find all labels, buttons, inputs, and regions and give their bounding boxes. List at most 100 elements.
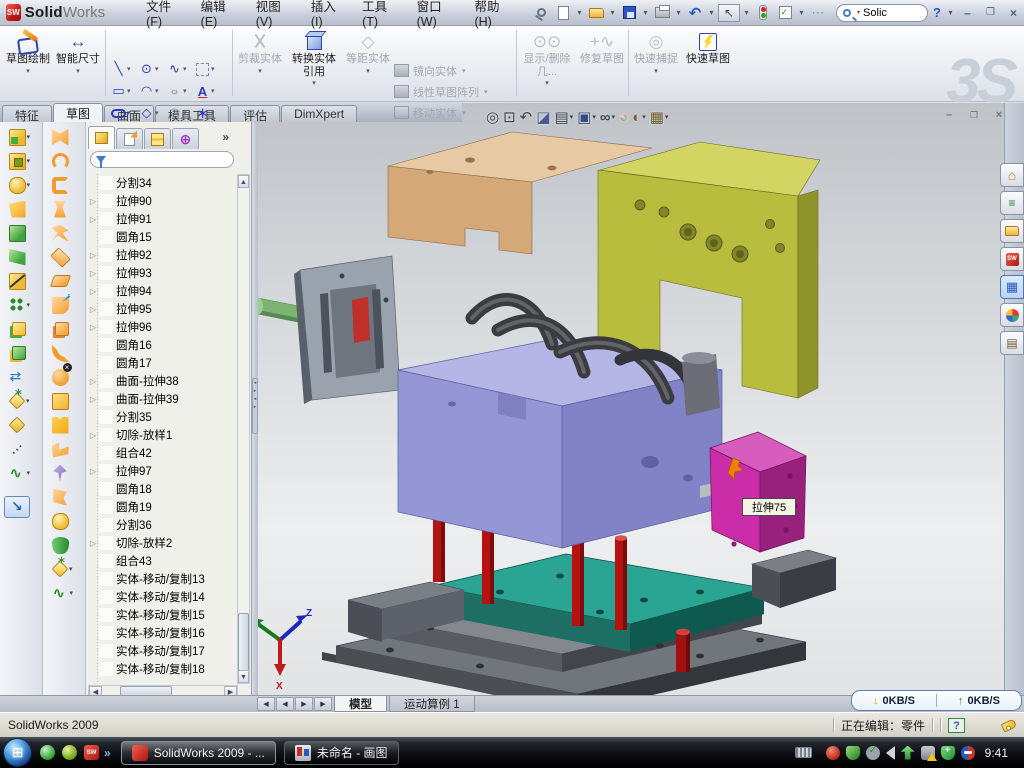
network-warning-tray-icon[interactable] [921,746,935,760]
search-input[interactable] [863,7,911,19]
sketch-entity-button[interactable]: ▾ [194,58,222,80]
model-tab[interactable]: 运动算例 1 [389,696,475,712]
model-tab[interactable]: 模型 [334,696,387,712]
tag-icon[interactable] [1001,718,1017,732]
input-method-icon[interactable] [795,747,812,758]
scroll-down-arrow[interactable]: ▼ [238,670,249,683]
antivirus-tray-icon[interactable] [826,746,840,760]
expand-arrow[interactable] [88,377,98,386]
sketch-button[interactable]: 草图绘制 ▾ [4,30,52,98]
options-icon[interactable] [775,4,795,22]
toolbar-button[interactable]: ▾ [0,461,42,485]
tree-item[interactable]: 拉伸94 [88,282,236,300]
sketch-entity-button[interactable]: ▾ [194,80,222,102]
toolbar-button[interactable]: ▾ [43,557,85,581]
tree-vertical-scrollbar[interactable]: ▲ ▼ [237,174,250,684]
toolbar-button[interactable]: ▾ [0,125,42,149]
tab-nav-button[interactable]: ▶ [314,697,332,711]
tree-item[interactable]: 圆角17 [88,354,236,372]
expand-arrow[interactable] [88,323,98,332]
expand-arrow[interactable] [88,395,98,404]
toolbar-button[interactable]: ▾ [43,245,85,269]
expand-arrow[interactable] [88,305,98,314]
security-plus-tray-icon[interactable] [941,746,955,760]
custom-properties-button[interactable]: ▤ [1000,331,1024,355]
toolbar-button[interactable]: ▾ [0,173,42,197]
tree-item[interactable]: 分割36 [88,516,236,534]
resources-button[interactable]: ⌂ [1000,163,1024,187]
tree-item[interactable]: 实体-移动/复制13 [88,570,236,588]
part-cavity-die[interactable] [255,256,400,404]
menu-item[interactable]: 文件(F) [135,0,190,33]
quick-tips-button[interactable]: ? [948,718,965,733]
tree-item[interactable]: 拉伸92 [88,246,236,264]
messenger-icon[interactable] [40,745,55,760]
sketch-entity-button[interactable]: ▾ [138,58,166,80]
menu-item[interactable]: 插入(I) [300,0,351,33]
hud-button[interactable]: ▾ [619,109,628,126]
command-tab[interactable]: DimXpert [281,105,357,122]
tree-item[interactable]: 实体-移动/复制16 [88,624,236,642]
hud-button[interactable]: ▾ [600,109,615,126]
convert-entities-button[interactable]: 转换实体引用 ▾ [288,30,340,98]
expand-arrow[interactable] [88,251,98,260]
messenger-tray-icon[interactable] [961,746,975,760]
sketch-entity-button[interactable]: ▾ [110,58,138,80]
featuremanager-tab[interactable] [88,126,115,149]
tree-item[interactable]: 实体-移动/复制15 [88,606,236,624]
toolbar-button[interactable]: ▾ [43,437,85,461]
tree-item[interactable]: 曲面-拉伸39 [88,390,236,408]
toolbar-button[interactable]: ▾ [43,341,85,365]
sketch-entity-button[interactable]: ▾ [166,58,194,80]
toolbar-button[interactable]: ▾ [43,461,85,485]
tree-item[interactable]: 切除-放样1 [88,426,236,444]
expand-arrow[interactable] [88,269,98,278]
app-minimize-button[interactable]: – [957,5,978,21]
appearances-button[interactable] [1000,303,1024,327]
selection-filter-icon[interactable]: ⋯ [808,4,828,22]
tree-item[interactable]: 拉伸91 [88,210,236,228]
design-library-button[interactable]: ≡ [1000,191,1024,215]
ribbon-stacked-button[interactable]: 镜向实体 ▾ [394,60,514,81]
new-document-icon[interactable] [553,4,573,22]
scroll-up-arrow[interactable]: ▲ [238,175,249,188]
rebuild-icon[interactable] [753,4,773,22]
tree-item[interactable]: 圆角19 [88,498,236,516]
toolbar-button[interactable]: ▾ [43,173,85,197]
expand-arrow[interactable] [88,215,98,224]
ribbon-stacked-button[interactable]: 移动实体 ▾ [394,102,514,123]
toolbar-button[interactable]: ▾ [43,125,85,149]
toolbar-button[interactable]: ▾ [0,221,42,245]
tree-item[interactable]: 拉伸93 [88,264,236,282]
hud-button[interactable]: ▾ [520,108,533,126]
usb-tray-icon[interactable] [901,746,915,760]
sketch-entity-button[interactable]: ▾ [138,80,166,102]
smart-dimension-button[interactable]: ↔ 智能尺寸 ▾ [54,30,102,98]
hud-button[interactable]: ▾ [650,108,669,126]
solidworks-quicklaunch-icon[interactable]: SW [84,745,99,760]
toolbar-button[interactable]: ▾ [43,413,85,437]
display-delete-relations-button[interactable]: ⊙⊙ 显示/删除几... ▾ [520,30,574,98]
print-icon[interactable] [652,4,672,22]
toolbar-button[interactable]: ▾ [43,389,85,413]
toolbar-button[interactable]: ▾ [43,485,85,509]
tree-item[interactable]: 圆角16 [88,336,236,354]
tree-item[interactable]: 拉伸97 [88,462,236,480]
tab-nav-button[interactable]: ◀ [257,697,275,711]
menu-item[interactable]: 视图(V) [245,0,300,33]
toolbar-button[interactable]: ▾ [0,293,42,317]
hud-button[interactable]: ▾ [554,108,573,126]
save-icon[interactable] [619,4,639,22]
part-insert-block[interactable] [710,432,806,552]
expand-arrow[interactable] [88,287,98,296]
update-check-tray-icon[interactable] [866,746,880,760]
toolbar-button[interactable]: ▾ [43,293,85,317]
network-speed-widget[interactable]: ↓0KB/S ↑0KB/S [851,690,1022,711]
tab-nav-button[interactable]: ◀ [276,697,294,711]
app-close-button[interactable]: × [1003,5,1024,21]
search-box[interactable]: ▾ [836,4,928,22]
sketch-entity-button[interactable]: ▾ [194,102,222,124]
toolbar-button[interactable]: ▾ [0,317,42,341]
hud-button[interactable]: ▾ [577,108,596,126]
open-document-icon[interactable] [586,4,606,22]
